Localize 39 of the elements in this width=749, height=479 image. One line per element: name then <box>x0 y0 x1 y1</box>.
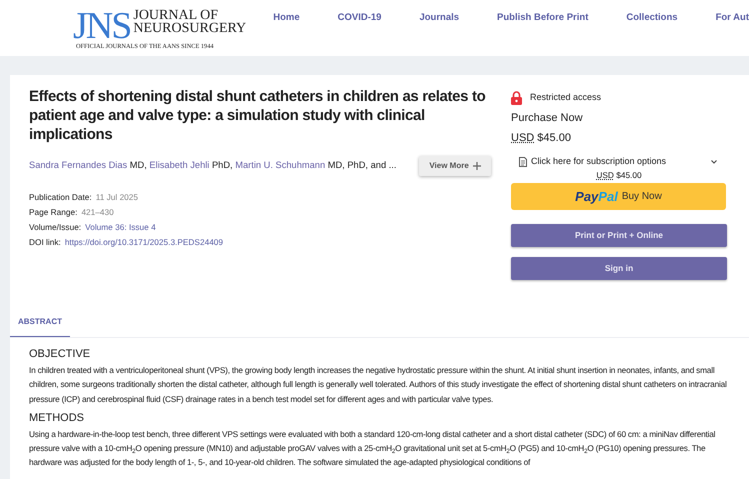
access-status: Restricted access <box>530 91 602 104</box>
meta-label: DOI link: <box>29 237 61 247</box>
document-icon <box>519 156 527 167</box>
section-heading: OBJECTIVE <box>29 348 92 362</box>
nav-link[interactable]: Collections <box>607 11 697 26</box>
author-link[interactable]: Martin U. Schuhmann <box>235 160 326 170</box>
nav-link[interactable]: Home <box>254 11 319 26</box>
author-link[interactable]: Sandra Fernandes Dias <box>29 160 128 170</box>
nav-link[interactable]: For Aut <box>696 11 749 26</box>
price: $45.00 <box>537 132 571 144</box>
meta-link[interactable]: Volume 36: Issue 4 <box>85 222 156 232</box>
meta-value: 11 Jul 2025 <box>96 192 138 202</box>
meta-label: Page Range: <box>29 207 78 217</box>
subscription-options-link[interactable]: Click here for subscription options <box>531 155 707 168</box>
chevron-down-icon[interactable] <box>711 160 717 164</box>
section-heading: METHODS <box>29 412 85 425</box>
meta-label: Publication Date: <box>29 192 92 202</box>
plus-icon <box>473 162 481 170</box>
meta-label: Volume/Issue: <box>29 222 82 232</box>
purchase-button[interactable]: Print or Print + Online <box>511 224 727 247</box>
nav-link[interactable]: Journals <box>400 11 478 26</box>
lock-icon <box>511 91 522 105</box>
abstract-paragraph: In children treated with a ventriculoperitoneal shunt (VPS), the growing body length increases the negative hydrostatic pressure within the shunt. At initial shunt insertion in neonates, infants, and small children, some surgeons traditionally shorten the distal catheter, although full length is generally well tolerated. Authors of this study investigate the effect of shortening distal shunt catheters on intracranial pressure (ICP) and cerebrospinal fluid (CSF) drainage rates in a bench test model set for different ages and with particular valve types. <box>29 364 728 406</box>
author-link[interactable]: Elisabeth Jehli <box>149 160 210 170</box>
paypal-buy-button[interactable]: PayPal Buy Now <box>511 182 726 210</box>
currency-label: USD <box>596 170 614 180</box>
meta-value: 421–430 <box>81 207 114 217</box>
currency-label: USD <box>511 132 534 144</box>
purchase-heading: Purchase Now <box>511 111 584 126</box>
price: $45.00 <box>616 170 642 180</box>
article-title: Effects of shortening distal shunt catheters in children as relates to patient age and valve type: a simulation study with clinical implications <box>29 87 486 144</box>
view-more-button[interactable]: View More <box>419 156 491 176</box>
meta-link[interactable]: https://doi.org/10.3171/2025.3.PEDS24409 <box>64 237 224 247</box>
purchase-button[interactable]: Sign in <box>511 256 727 280</box>
tab[interactable]: ABSTRACT <box>10 310 70 337</box>
nav-link[interactable]: COVID-19 <box>318 11 400 26</box>
nav-link[interactable]: Publish Before Print <box>478 11 608 26</box>
abstract-paragraph: Using a hardware-in-the-loop test bench, three different VPS settings were evaluated with both a standard 120-cm-long distal catheter and a short distal catheter (SDC) of 60 cm: a miniNav differential pressure valve with a 10-cmH$_{2}$O opening pressure (MN10) and adjustable proGAV valves with a 25-cmH$_{2}$O gravitational unit set at 5-cmH$_{2}$O (PG5) and 10-cmH$_{2}$O (PG10) opening pressures. The hardware was adjusted for the body length of 1-, 5-, and 10-year-old children. The software simulated the age-adapted physiological conditions of <box>29 428 716 470</box>
author-list: Sandra Fernandes Dias MD, Elisabeth Jehli PhD, Martin U. Schuhmann MD, PhD, and ... <box>29 159 420 173</box>
